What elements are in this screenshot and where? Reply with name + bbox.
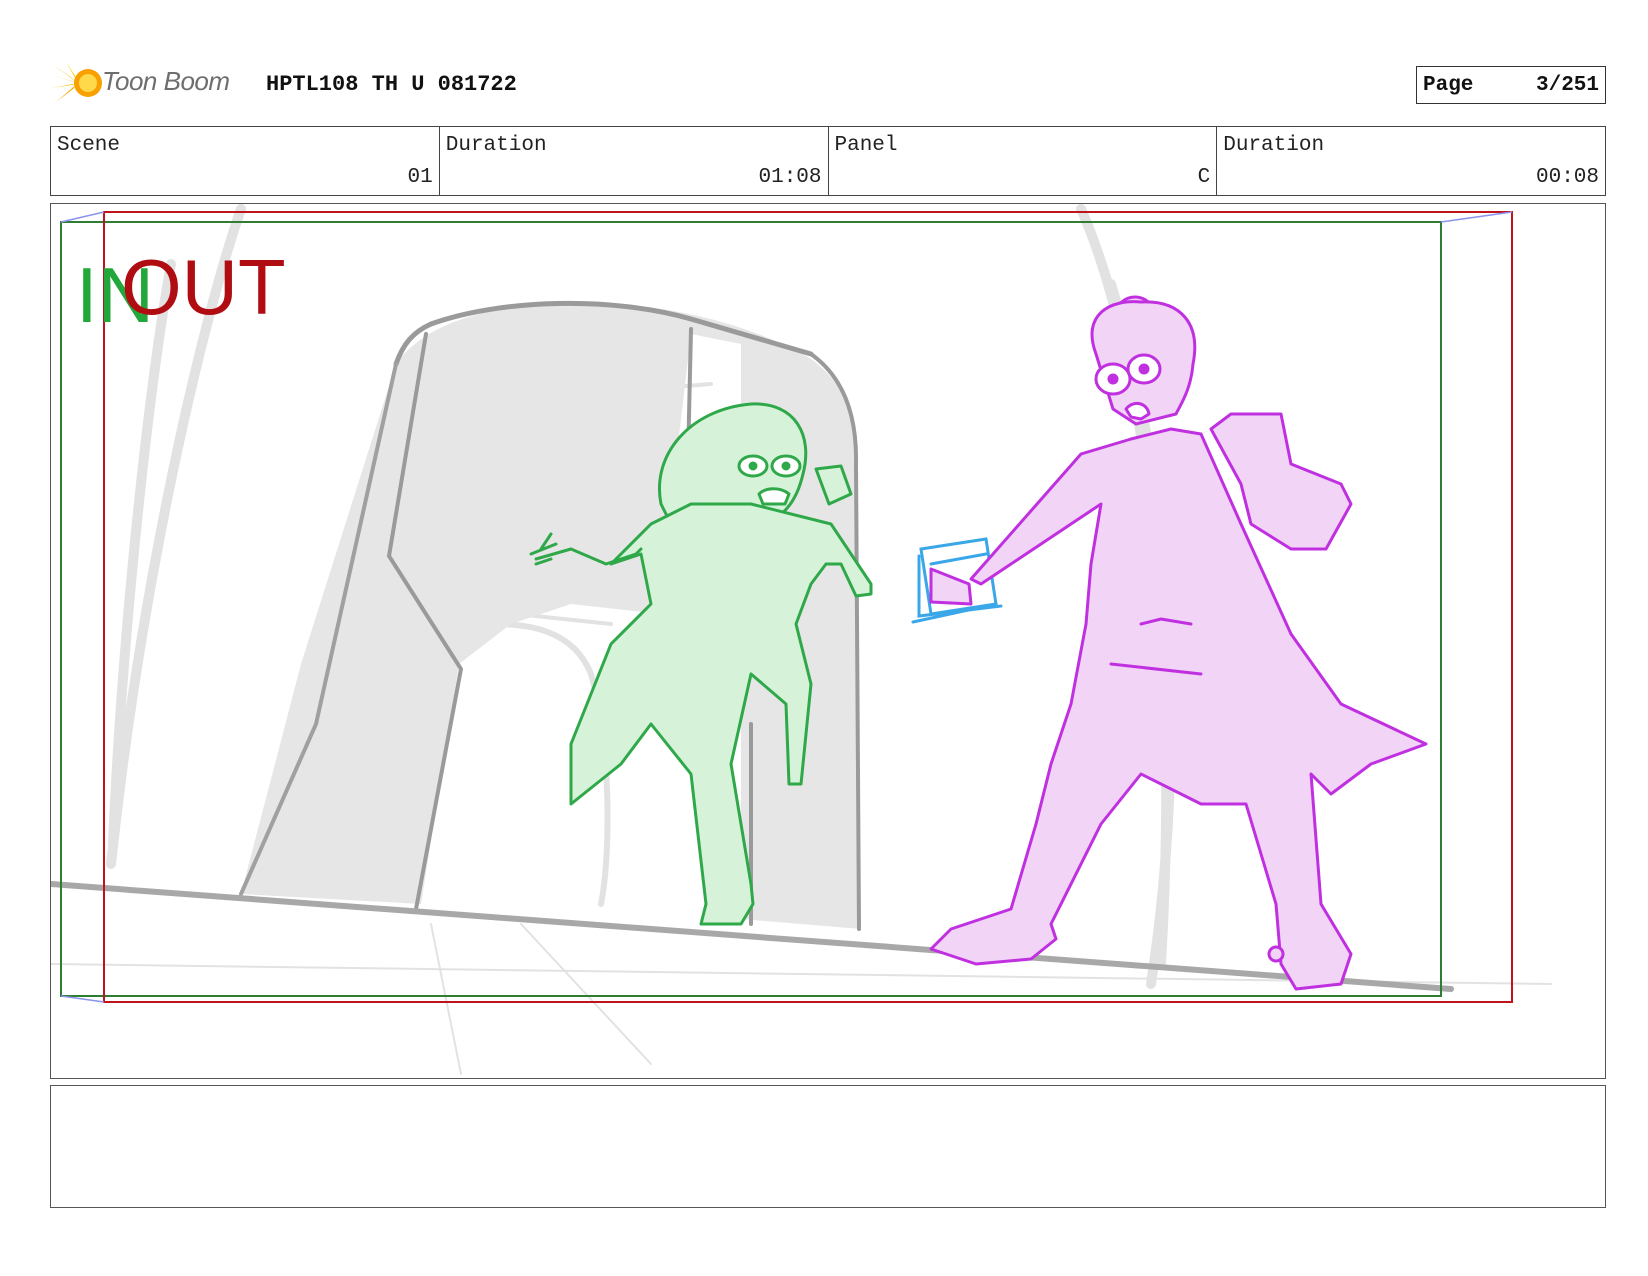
right-character-sketch xyxy=(929,295,1428,991)
page-header: Toon Boom HPTL108 TH U 081722 Page 3/251 xyxy=(50,58,1606,108)
logo-text: Toon Boom xyxy=(102,66,230,96)
document-title: HPTL108 TH U 081722 xyxy=(266,72,517,97)
panel-info-row: Scene 01 Duration 01:08 Panel C Duration… xyxy=(50,126,1606,196)
panel-cell: Panel C xyxy=(829,127,1218,195)
page-indicator: Page 3/251 xyxy=(1416,66,1606,104)
panel-label: Panel xyxy=(834,134,898,157)
panel-duration-label: Duration xyxy=(1223,134,1325,157)
scene-cell: Scene 01 xyxy=(51,127,440,195)
storyboard-panel: IN OUT xyxy=(50,203,1606,1079)
scene-label: Scene xyxy=(57,134,121,157)
panel-value: C xyxy=(1197,166,1211,189)
scene-duration-value: 01:08 xyxy=(758,166,822,189)
page-number: 3/251 xyxy=(1535,74,1599,97)
scene-duration-cell: Duration 01:08 xyxy=(440,127,829,195)
logo-burst-icon xyxy=(52,62,102,102)
panel-notes-box[interactable] xyxy=(50,1085,1606,1208)
panel-drawing xyxy=(51,204,1552,1075)
scene-value: 01 xyxy=(407,166,433,189)
panel-duration-cell: Duration 00:08 xyxy=(1217,127,1605,195)
scene-duration-label: Duration xyxy=(445,134,547,157)
out-frame-label: OUT xyxy=(121,243,286,331)
panel-duration-value: 00:08 xyxy=(1535,166,1599,189)
toon-boom-logo: Toon Boom xyxy=(50,58,250,108)
page-label: Page xyxy=(1423,74,1474,97)
